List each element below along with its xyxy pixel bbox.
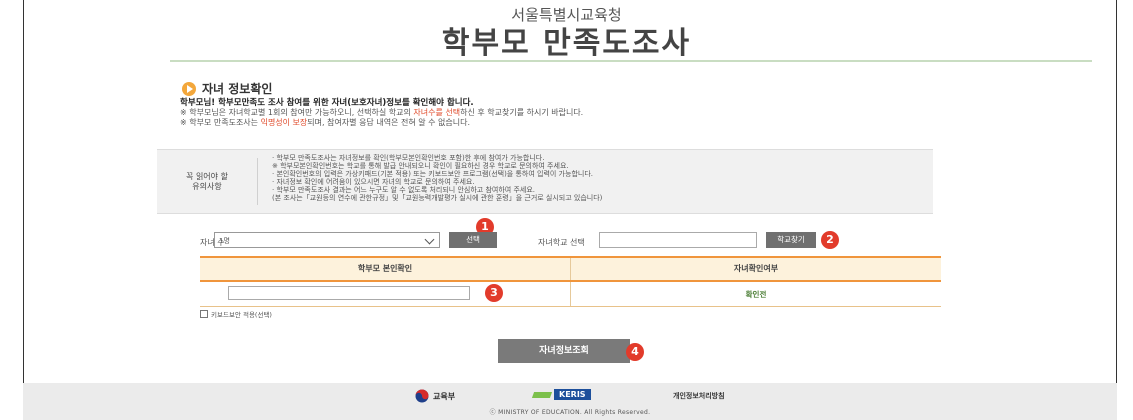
play-icon bbox=[182, 81, 196, 96]
child-count-value: 1명 bbox=[219, 237, 230, 245]
note2-pre: ※ 학부모 만족도조사는 bbox=[180, 118, 261, 127]
notice-box: 꼭 읽어야 할 유의사항 · 학부모 만족도조사는 자녀정보를 확인(학부모본인… bbox=[157, 149, 933, 214]
notice-divider bbox=[257, 158, 258, 205]
child-select-row: 자녀 수 1명 선택 자녀학교 선택 학교찾기 bbox=[0, 232, 1133, 250]
keyboard-security-label: 키보드보안 적용(선택) bbox=[211, 311, 272, 319]
intro-note-2: ※ 학부모 만족도조사는 익명성이 보장되며, 참여자별 응답 내역은 전혀 알… bbox=[180, 118, 880, 128]
select-button[interactable]: 선택 bbox=[449, 232, 497, 248]
title-divider bbox=[170, 60, 1092, 62]
td-parent-id bbox=[200, 282, 570, 306]
th-child-status: 자녀확인여부 bbox=[570, 258, 941, 280]
notice-item: ※ 학부모본인확인번호는 학교를 통해 발급 안내되오니 확인이 필요하신 경우… bbox=[272, 162, 569, 170]
note1-highlight: 자녀수를 선택 bbox=[413, 108, 461, 117]
keris-name: KERIS bbox=[554, 389, 591, 400]
copyright: ⓒ MINISTRY OF EDUCATION. All Rights Rese… bbox=[489, 409, 651, 416]
notice-item: · 자녀정보 확인에 어려움이 있으시면 자녀의 학교로 문의하여 주세요. bbox=[272, 178, 475, 186]
note2-highlight: 익명성이 보장 bbox=[260, 118, 308, 127]
notice-title-line1: 꼭 읽어야 할 bbox=[186, 172, 228, 181]
intro-bold: 학부모님! 학부모만족도 조사 참여를 위한 자녀(보호자녀)정보를 확인해야 … bbox=[180, 98, 474, 108]
status-text: 확인전 bbox=[745, 290, 767, 299]
note1-post: 하신 후 학교찾기를 하시기 바랍니다. bbox=[460, 108, 584, 117]
privacy-policy-link[interactable]: 개인정보처리방침 bbox=[673, 391, 725, 401]
step-badge-2: 2 bbox=[821, 231, 839, 249]
notice-title: 꼭 읽어야 할 유의사항 bbox=[157, 172, 257, 192]
td-status: 확인전 bbox=[570, 282, 941, 306]
submit-button[interactable]: 자녀정보조회 bbox=[498, 339, 630, 363]
chevron-down-icon bbox=[424, 234, 435, 245]
footer: 교육부 KERIS 개인정보처리방침 ⓒ MINISTRY OF EDUCATI… bbox=[23, 383, 1117, 420]
notice-list: · 학부모 만족도조사는 자녀정보를 확인(학부모본인확인번호 포함)한 후에 … bbox=[272, 154, 602, 202]
notice-item: · 본인확인번호의 입력은 가상키패드(기본 적용) 또는 키보드보안 프로그램… bbox=[272, 170, 593, 178]
find-school-button[interactable]: 학교찾기 bbox=[766, 232, 816, 248]
notice-title-line2: 유의사항 bbox=[192, 182, 222, 191]
taegeuk-icon bbox=[415, 389, 429, 403]
section-header: 자녀 정보확인 bbox=[182, 80, 272, 97]
notice-item: (본 조사는「교원등의 연수에 관한규정」및「교원능력개발평가 실시에 관한 훈… bbox=[272, 194, 603, 202]
notice-item: · 학부모 만족도조사 결과는 어느 누구도 알 수 없도록 처리되니 안심하고… bbox=[272, 186, 535, 194]
ministry-name: 교육부 bbox=[433, 391, 456, 401]
intro-note-1: ※ 학부모님은 자녀학교별 1회의 참여만 가능하오니, 선택하실 학교의 자녀… bbox=[180, 108, 880, 118]
table-row: 확인전 bbox=[200, 282, 941, 307]
section-title: 자녀 정보확인 bbox=[202, 82, 273, 96]
verification-table: 학부모 본인확인 자녀확인여부 확인전 bbox=[200, 256, 941, 308]
keris-logo: KERIS bbox=[531, 389, 591, 400]
note1-pre: ※ 학부모님은 자녀학교별 1회의 참여만 가능하오니, 선택하실 학교의 bbox=[180, 108, 414, 117]
intro-text: 학부모님! 학부모만족도 조사 참여를 위한 자녀(보호자녀)정보를 확인해야 … bbox=[180, 98, 880, 128]
footer-logos: 교육부 KERIS 개인정보처리방침 bbox=[23, 389, 1117, 403]
school-label: 자녀학교 선택 bbox=[538, 238, 585, 247]
keris-mark-icon bbox=[531, 391, 553, 398]
school-input[interactable] bbox=[599, 232, 757, 248]
notice-item: · 학부모 만족도조사는 자녀정보를 확인(학부모본인확인번호 포함)한 후에 … bbox=[272, 154, 545, 162]
step-badge-3: 3 bbox=[485, 284, 503, 302]
child-count-select[interactable]: 1명 bbox=[214, 232, 440, 248]
keyboard-security-checkbox[interactable] bbox=[200, 310, 208, 318]
ministry-logo: 교육부 bbox=[415, 389, 455, 403]
keyboard-security-option[interactable]: 키보드보안 적용(선택) bbox=[200, 309, 272, 319]
note2-post: 되며, 참여자별 응답 내역은 전혀 알 수 없습니다. bbox=[307, 118, 471, 127]
table-header: 학부모 본인확인 자녀확인여부 bbox=[200, 256, 941, 282]
th-parent-verify: 학부모 본인확인 bbox=[357, 264, 413, 273]
page-title: 학부모 만족도조사 bbox=[441, 26, 692, 61]
parent-id-input[interactable] bbox=[228, 286, 470, 300]
step-badge-4: 4 bbox=[626, 343, 644, 361]
